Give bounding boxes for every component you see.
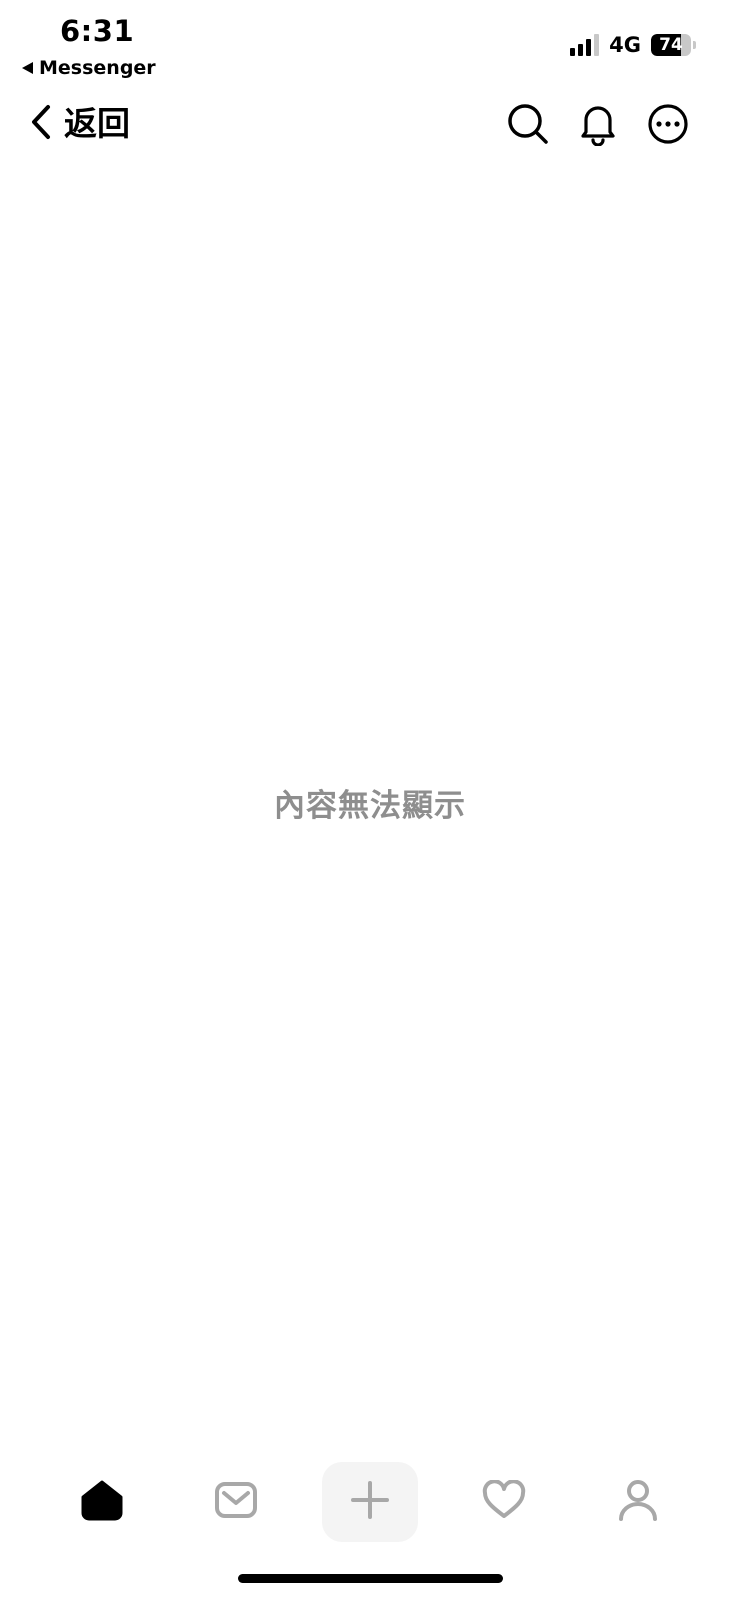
back-to-messenger[interactable]: Messenger	[22, 56, 156, 80]
inbox-icon	[214, 1481, 258, 1523]
tab-create[interactable]	[322, 1462, 418, 1542]
tab-home[interactable]	[54, 1462, 150, 1542]
back-label: 返回	[64, 104, 130, 143]
heart-icon	[482, 1479, 526, 1524]
nav-bar: 返回	[0, 92, 740, 156]
tab-activity[interactable]	[456, 1462, 552, 1542]
back-triangle-icon	[22, 62, 33, 74]
tab-bar	[0, 1462, 740, 1544]
battery-cap	[693, 41, 696, 49]
home-icon	[80, 1479, 124, 1525]
status-time: 6:31	[60, 14, 135, 48]
network-type: 4G	[609, 33, 641, 57]
home-indicator	[238, 1574, 503, 1583]
status-indicators: 4G 74	[570, 30, 696, 60]
more-icon[interactable]	[644, 100, 692, 148]
content-unavailable-message: 內容無法顯示	[274, 788, 466, 824]
tab-profile[interactable]	[590, 1462, 686, 1542]
battery-level: 74	[659, 35, 683, 55]
profile-icon	[617, 1478, 659, 1526]
bell-icon[interactable]	[574, 100, 622, 148]
screen: 6:31 Messenger 4G 74 返回 內容無法顯示	[0, 0, 740, 1602]
back-to-app-label: Messenger	[39, 57, 156, 79]
chevron-left-icon	[30, 104, 52, 144]
plus-icon	[350, 1480, 390, 1524]
back-button[interactable]: 返回	[30, 96, 130, 152]
signal-icon	[570, 34, 600, 56]
search-icon[interactable]	[504, 100, 552, 148]
status-bar: 6:31 Messenger 4G 74	[0, 0, 740, 82]
tab-inbox[interactable]	[188, 1462, 284, 1542]
battery-icon: 74	[651, 34, 691, 56]
